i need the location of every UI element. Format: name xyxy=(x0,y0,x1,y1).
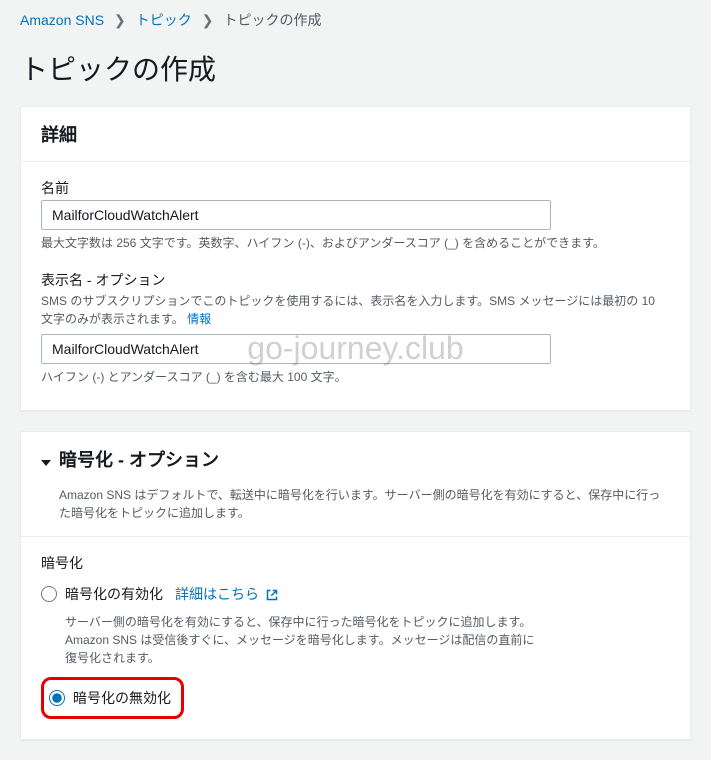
display-name-info-link[interactable]: 情報 xyxy=(187,312,211,326)
breadcrumb: Amazon SNS ❯ トピック ❯ トピックの作成 xyxy=(0,0,711,40)
details-panel: 詳細 名前 最大文字数は 256 文字です。英数字、ハイフン (-)、およびアン… xyxy=(20,106,691,411)
details-header: 詳細 xyxy=(21,107,690,162)
encryption-disable-highlight: 暗号化の無効化 xyxy=(41,677,184,719)
external-link-icon xyxy=(266,588,278,604)
display-name-label: 表示名 - オプション xyxy=(41,270,670,290)
display-name-sublabel: SMS のサブスクリプションでこのトピックを使用するには、表示名を入力します。S… xyxy=(41,292,670,328)
encryption-disable-radio[interactable] xyxy=(49,690,65,706)
chevron-right-icon: ❯ xyxy=(114,12,126,29)
breadcrumb-topics-link[interactable]: トピック xyxy=(136,10,192,30)
encryption-disable-row[interactable]: 暗号化の無効化 xyxy=(49,685,171,711)
encryption-description: Amazon SNS はデフォルトで、転送中に暗号化を行います。サーバー側の暗号… xyxy=(41,486,670,522)
name-helper: 最大文字数は 256 文字です。英数字、ハイフン (-)、およびアンダースコア … xyxy=(41,234,670,252)
display-name-input[interactable] xyxy=(41,334,551,364)
encryption-title: 暗号化 - オプション xyxy=(59,446,219,472)
name-label: 名前 xyxy=(41,178,670,198)
breadcrumb-root-link[interactable]: Amazon SNS xyxy=(20,12,104,28)
encryption-enable-radio[interactable] xyxy=(41,586,57,602)
display-name-helper: ハイフン (-) とアンダースコア (_) を含む最大 100 文字。 xyxy=(41,368,670,386)
encryption-enable-row[interactable]: 暗号化の有効化 詳細はこちら xyxy=(41,581,670,607)
encryption-panel: 暗号化 - オプション Amazon SNS はデフォルトで、転送中に暗号化を行… xyxy=(20,431,691,740)
page-title: トピックの作成 xyxy=(0,40,711,106)
display-name-group: 表示名 - オプション SMS のサブスクリプションでこのトピックを使用するには… xyxy=(41,270,670,386)
chevron-right-icon: ❯ xyxy=(202,12,214,29)
breadcrumb-current: トピックの作成 xyxy=(224,10,322,30)
encryption-enable-sub: サーバー側の暗号化を有効にすると、保存中に行った暗号化をトピックに追加します。A… xyxy=(65,613,545,667)
caret-down-icon xyxy=(41,460,51,466)
encryption-enable-label: 暗号化の有効化 xyxy=(65,584,163,604)
encryption-disable-label: 暗号化の無効化 xyxy=(73,688,171,708)
name-input[interactable] xyxy=(41,200,551,230)
encryption-header[interactable]: 暗号化 - オプション Amazon SNS はデフォルトで、転送中に暗号化を行… xyxy=(21,432,690,537)
encryption-learn-more-link[interactable]: 詳細はこちら xyxy=(175,584,278,604)
name-group: 名前 最大文字数は 256 文字です。英数字、ハイフン (-)、およびアンダース… xyxy=(41,178,670,252)
encryption-section-label: 暗号化 xyxy=(41,553,670,573)
